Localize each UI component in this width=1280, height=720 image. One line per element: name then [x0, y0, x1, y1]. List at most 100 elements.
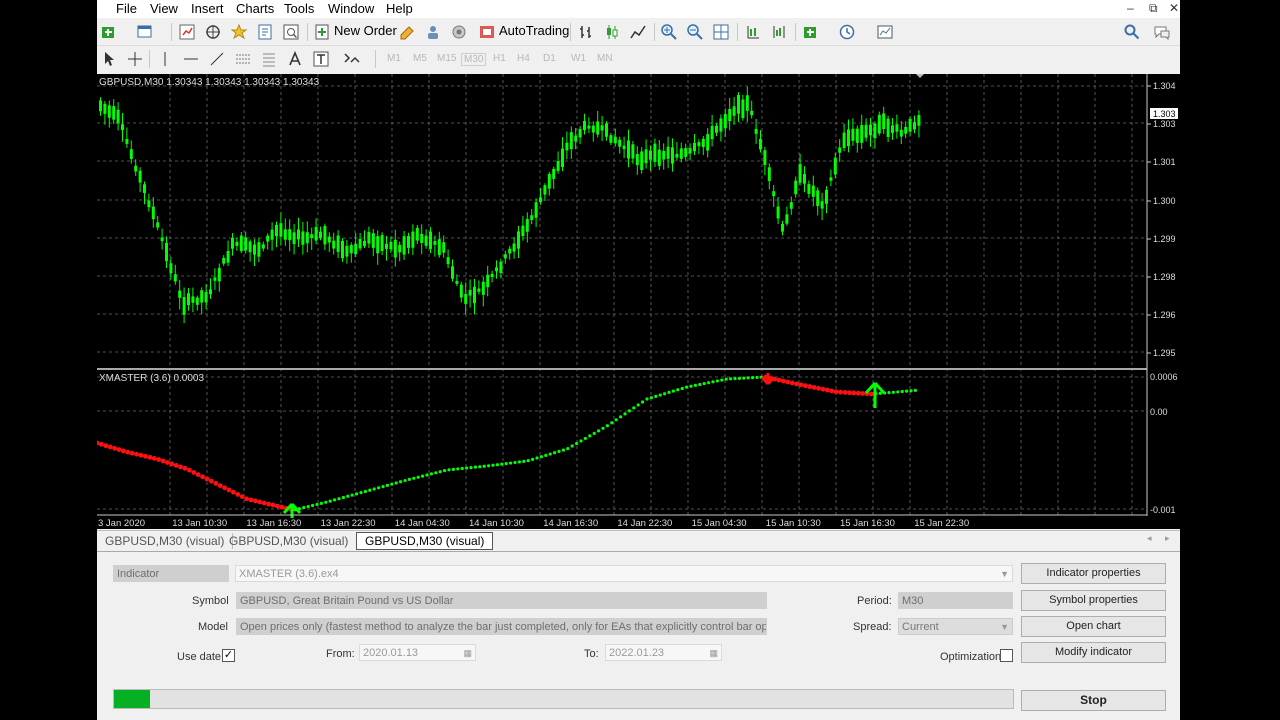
candle-body — [138, 170, 142, 183]
fibonacci-icon[interactable] — [259, 49, 279, 69]
text-label-icon[interactable] — [311, 49, 331, 69]
calendar-icon[interactable]: ▦ — [463, 645, 472, 662]
indicator-properties-button[interactable]: Indicator properties — [1021, 563, 1166, 584]
indicator-dot — [553, 451, 557, 455]
profiles-icon[interactable] — [135, 22, 155, 42]
terminal-icon[interactable] — [255, 22, 275, 42]
model-select[interactable]: Open prices only (fastest method to anal… — [236, 618, 767, 635]
chat-icon[interactable] — [1152, 22, 1172, 42]
modify-indicator-button[interactable]: Modify indicator — [1021, 642, 1166, 663]
menu-tools[interactable]: Tools — [284, 1, 314, 16]
new-order-icon[interactable] — [312, 22, 332, 42]
timeframe-m15[interactable]: M15 — [437, 53, 456, 64]
timeframe-d1[interactable]: D1 — [543, 53, 556, 64]
crosshair-icon[interactable] — [125, 49, 145, 69]
menu-help[interactable]: Help — [386, 1, 413, 16]
to-date-field[interactable]: 2022.01.23 ▦ — [605, 644, 722, 661]
radio-icon[interactable] — [449, 22, 469, 42]
timeframe-h4[interactable]: H4 — [517, 53, 530, 64]
tile-windows-icon[interactable] — [711, 22, 731, 42]
indicator-dot — [680, 386, 684, 391]
arrows-icon[interactable] — [341, 49, 361, 69]
minimize-icon[interactable]: – — [1127, 1, 1134, 15]
from-date-field[interactable]: 2020.01.13 ▦ — [359, 644, 476, 661]
new-order-button[interactable]: New Order — [334, 23, 397, 38]
tab-chart-2[interactable]: GBPUSD,M30 (visual) — [221, 533, 358, 549]
search-icon[interactable] — [1122, 22, 1142, 42]
indicator-dot — [173, 463, 179, 468]
menu-charts[interactable]: Charts — [236, 1, 274, 16]
indicator-dot — [390, 482, 394, 486]
indicator-dot — [465, 466, 469, 470]
use-date-checkbox[interactable]: ✓ — [222, 649, 235, 662]
spread-select[interactable]: Current ▼ — [898, 618, 1013, 635]
horizontal-line-icon[interactable] — [181, 49, 201, 69]
new-chart-icon[interactable] — [99, 22, 119, 42]
autotrading-button[interactable]: AutoTrading — [499, 23, 569, 38]
tab-scroll-right-icon[interactable]: ▸ — [1165, 533, 1170, 544]
indicators-icon[interactable] — [801, 22, 821, 42]
indicator-dot — [381, 485, 385, 489]
periods-icon[interactable] — [837, 22, 857, 42]
indicator-select[interactable]: XMASTER (3.6).ex4 ▼ — [235, 565, 1013, 582]
chart-canvas[interactable]: GBPUSD,M30 1.30343 1.30343 1.30343 1.303… — [97, 74, 1180, 529]
menu-view[interactable]: View — [150, 1, 178, 16]
open-chart-button[interactable]: Open chart — [1021, 616, 1166, 637]
candle-body — [763, 150, 767, 165]
menu-file[interactable]: File — [116, 1, 137, 16]
timeframe-m5[interactable]: M5 — [413, 53, 427, 64]
symbol-properties-button[interactable]: Symbol properties — [1021, 590, 1166, 611]
candlesticks-icon[interactable] — [602, 22, 622, 42]
candle-body — [697, 142, 701, 147]
metaeditor-icon[interactable] — [397, 22, 417, 42]
chart-shift-icon[interactable] — [769, 22, 789, 42]
timeframe-h1[interactable]: H1 — [493, 53, 506, 64]
menu-window[interactable]: Window — [328, 1, 374, 16]
indicator-dot — [394, 481, 398, 485]
menu-insert[interactable]: Insert — [191, 1, 224, 16]
zoom-out-icon[interactable] — [685, 22, 705, 42]
bar-chart-icon[interactable] — [576, 22, 596, 42]
tab-chart-3[interactable]: GBPUSD,M30 (visual) — [356, 532, 494, 550]
candle-body — [310, 234, 314, 239]
vertical-line-icon[interactable] — [155, 49, 175, 69]
tester-type-select[interactable]: Indicator — [113, 565, 229, 582]
line-chart-icon[interactable] — [628, 22, 648, 42]
trendline-icon[interactable] — [207, 49, 227, 69]
cursor-icon[interactable] — [99, 49, 119, 69]
candle-body — [869, 124, 872, 136]
candle-body — [143, 184, 146, 193]
indicator-dot — [315, 502, 319, 507]
timeframe-m30[interactable]: M30 — [461, 53, 487, 66]
templates-icon[interactable] — [875, 22, 895, 42]
strategy-tester-icon[interactable] — [281, 22, 301, 42]
text-icon[interactable] — [285, 49, 305, 69]
close-icon[interactable]: ✕ — [1169, 1, 1179, 15]
auto-scroll-icon[interactable] — [743, 22, 763, 42]
optimization-checkbox[interactable] — [1000, 649, 1013, 662]
tab-chart-1[interactable]: GBPUSD,M30 (visual) — [97, 533, 234, 549]
timeframe-w1[interactable]: W1 — [571, 53, 586, 64]
indicator-dot — [627, 409, 632, 413]
tab-scroll-left-icon[interactable]: ◂ — [1147, 533, 1152, 544]
symbol-select[interactable]: GBPUSD, Great Britain Pound vs US Dollar — [236, 592, 767, 609]
time-tick-label: 14 Jan 04:30 — [395, 518, 450, 529]
stop-button[interactable]: Stop — [1021, 690, 1166, 711]
timeframe-mn[interactable]: MN — [597, 53, 613, 64]
autotrading-icon[interactable] — [477, 22, 497, 42]
indicator-dot — [275, 503, 280, 509]
restore-icon[interactable]: ⧉ — [1149, 1, 1158, 16]
timeframe-m1[interactable]: M1 — [387, 53, 401, 64]
candle-body — [341, 240, 344, 259]
indicator-dot — [222, 485, 227, 491]
calendar-icon[interactable]: ▦ — [709, 645, 718, 662]
market-watch-icon[interactable] — [177, 22, 197, 42]
channel-icon[interactable] — [233, 49, 253, 69]
candle-body — [270, 229, 274, 240]
data-window-icon[interactable] — [229, 22, 249, 42]
navigator-icon[interactable] — [203, 22, 223, 42]
zoom-in-icon[interactable] — [659, 22, 679, 42]
chart-area[interactable]: GBPUSD,M30 1.30343 1.30343 1.30343 1.303… — [97, 74, 1180, 529]
period-select[interactable]: M30 — [898, 592, 1013, 609]
signals-icon[interactable] — [423, 22, 443, 42]
